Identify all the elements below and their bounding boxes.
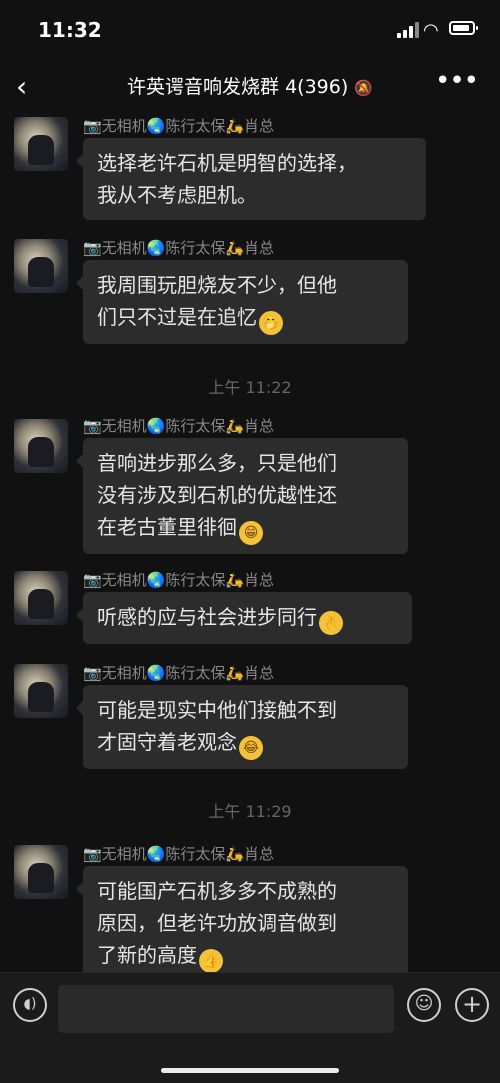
sender-nickname: 📷无相机🌏陈行太保🛵肖总 bbox=[83, 571, 275, 589]
chat-title[interactable]: 许英谔音响发烧群 4(396) 🔕 bbox=[0, 72, 500, 99]
input-bar: ◖) ☺ + bbox=[0, 972, 500, 1083]
message-text: 可能是现实中他们接触不到 才固守着老观念 bbox=[97, 698, 337, 754]
avatar[interactable] bbox=[14, 239, 68, 293]
sender-nickname: 📷无相机🌏陈行太保🛵肖总 bbox=[83, 239, 275, 257]
emoji-picker-icon[interactable]: ☺ bbox=[407, 988, 441, 1022]
more-icon[interactable]: ••• bbox=[435, 66, 479, 96]
avatar[interactable] bbox=[14, 845, 68, 899]
sender-nickname: 📷无相机🌏陈行太保🛵肖总 bbox=[83, 845, 275, 863]
group-name: 许英谔音响发烧群 4(396) bbox=[127, 76, 349, 98]
message-text: 选择老许石机是明智的选择， 我从不考虑胆机。 bbox=[97, 151, 357, 207]
message-bubble[interactable]: 音响进步那么多，只是他们 没有涉及到石机的优越性还 在老古董里徘徊 😁 bbox=[76, 438, 408, 554]
message-list[interactable]: 📷无相机🌏陈行太保🛵肖总 选择老许石机是明智的选择， 我从不考虑胆机。 📷无相机… bbox=[0, 112, 500, 972]
timestamp: 上午 11:29 bbox=[208, 802, 292, 821]
timestamp: 上午 11:22 bbox=[208, 378, 292, 397]
status-bar: 11:32 ◠ bbox=[0, 0, 500, 60]
emoji-icon: 😁 bbox=[239, 521, 263, 545]
message-text: 音响进步那么多，只是他们 没有涉及到石机的优越性还 在老古董里徘徊 bbox=[97, 451, 337, 539]
message-bubble[interactable]: 我周围玩胆烧友不少，但他 们只不过是在追忆 🤭 bbox=[76, 260, 408, 344]
voice-icon[interactable]: ◖) bbox=[13, 988, 47, 1022]
message-text: 听感的应与社会进步同行 bbox=[97, 605, 317, 629]
message-text: 我周围玩胆烧友不少，但他 们只不过是在追忆 bbox=[97, 273, 337, 329]
avatar[interactable] bbox=[14, 664, 68, 718]
plus-icon[interactable]: + bbox=[455, 988, 489, 1022]
message-bubble[interactable]: 听感的应与社会进步同行 👌 bbox=[76, 592, 412, 644]
battery-icon bbox=[449, 21, 478, 35]
message-bubble[interactable]: 可能国产石机多多不成熟的 原因，但老许功放调音做到 了新的高度 👍 bbox=[76, 866, 408, 972]
emoji-icon: 🤭 bbox=[259, 311, 283, 335]
message-bubble[interactable]: 选择老许石机是明智的选择， 我从不考虑胆机。 bbox=[76, 138, 426, 220]
avatar[interactable] bbox=[14, 571, 68, 625]
home-indicator bbox=[161, 1068, 339, 1073]
mute-icon: 🔕 bbox=[354, 79, 373, 97]
signal-icon bbox=[397, 22, 419, 38]
avatar[interactable] bbox=[14, 117, 68, 171]
emoji-icon: 👌 bbox=[319, 611, 343, 635]
status-time: 11:32 bbox=[38, 18, 102, 42]
emoji-icon: 😂 bbox=[239, 736, 263, 760]
sender-nickname: 📷无相机🌏陈行太保🛵肖总 bbox=[83, 664, 275, 682]
wifi-icon: ◠ bbox=[423, 20, 439, 41]
emoji-icon: 👍 bbox=[199, 949, 223, 972]
avatar[interactable] bbox=[14, 419, 68, 473]
sender-nickname: 📷无相机🌏陈行太保🛵肖总 bbox=[83, 417, 275, 435]
message-bubble[interactable]: 可能是现实中他们接触不到 才固守着老观念 😂 bbox=[76, 685, 408, 769]
sender-nickname: 📷无相机🌏陈行太保🛵肖总 bbox=[83, 117, 275, 135]
message-input[interactable] bbox=[58, 985, 394, 1033]
chat-header: ‹ 许英谔音响发烧群 4(396) 🔕 ••• bbox=[0, 60, 500, 112]
